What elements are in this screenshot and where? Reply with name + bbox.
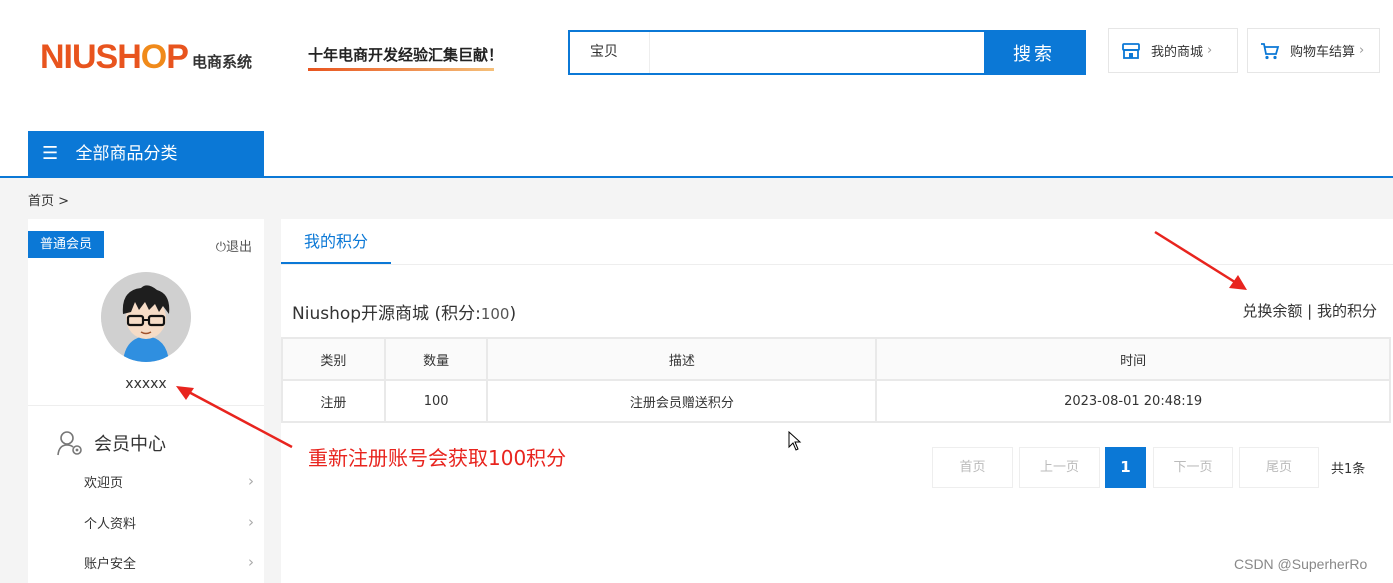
sidebar-item-label: 账户安全 bbox=[84, 557, 137, 572]
chevron-right-icon: › bbox=[248, 553, 254, 571]
member-center-label: 会员中心 bbox=[94, 434, 166, 455]
store-points-title: Niushop开源商城 (积分:100) bbox=[292, 299, 516, 324]
chevron-right-icon: › bbox=[248, 513, 254, 531]
tab-my-points[interactable]: 我的积分 bbox=[281, 231, 391, 264]
member-sidebar: 普通会员 ⏻退出 xxxxx 会员中心 欢迎页 › 个人资料 › 账户安全 › bbox=[28, 219, 264, 583]
column-header: 类别 bbox=[281, 337, 386, 381]
logout-button[interactable]: ⏻退出 bbox=[216, 236, 252, 255]
my-store-button[interactable]: 我的商城 › bbox=[1108, 28, 1238, 73]
site-logo[interactable]: NIUSHOP 电商系统 bbox=[40, 40, 252, 74]
sidebar-item-profile[interactable]: 个人资料 › bbox=[84, 513, 254, 532]
tab-divider bbox=[281, 264, 1393, 265]
avatar-illustration bbox=[101, 272, 191, 362]
divider bbox=[28, 405, 264, 406]
search-input[interactable] bbox=[650, 32, 984, 73]
search-bar: 宝贝 搜索 bbox=[568, 30, 1086, 75]
prev-page-button[interactable]: 上一页 bbox=[1019, 447, 1100, 488]
menu-icon: ☰ bbox=[42, 143, 59, 164]
column-header: 描述 bbox=[486, 337, 878, 381]
search-type-select[interactable]: 宝贝 bbox=[570, 32, 650, 73]
sidebar-item-welcome[interactable]: 欢迎页 › bbox=[84, 472, 254, 491]
column-header: 数量 bbox=[383, 337, 489, 381]
column-header: 时间 bbox=[875, 337, 1391, 381]
chevron-right-icon: › bbox=[1207, 43, 1213, 58]
breadcrumb[interactable]: 首页 > bbox=[28, 190, 69, 209]
all-categories-label: 全部商品分类 bbox=[75, 144, 178, 164]
cart-icon bbox=[1261, 42, 1280, 59]
table-cell: 注册会员赠送积分 bbox=[486, 379, 878, 423]
user-settings-icon bbox=[57, 431, 82, 456]
slogan: 十年电商开发经验汇集巨献！ bbox=[308, 46, 504, 64]
username: xxxxx bbox=[125, 376, 167, 392]
store-name: Niushop开源商城 (积分: bbox=[292, 304, 481, 324]
watermark: CSDN @SuperherRo bbox=[1234, 556, 1368, 572]
next-page-button[interactable]: 下一页 bbox=[1153, 447, 1233, 488]
table-cell: 2023-08-01 20:48:19 bbox=[875, 379, 1391, 423]
member-level-badge: 普通会员 bbox=[28, 231, 104, 258]
table-row: 注册 100 注册会员赠送积分 2023-08-01 20:48:19 bbox=[281, 379, 1391, 423]
sidebar-item-label: 个人资料 bbox=[84, 517, 137, 532]
chevron-right-icon: › bbox=[1359, 43, 1365, 58]
table-cell: 100 bbox=[383, 379, 489, 423]
slogan-underline bbox=[308, 68, 494, 71]
table-cell: 注册 bbox=[281, 379, 386, 423]
points-links[interactable]: 兑换余额 | 我的积分 bbox=[1242, 300, 1377, 321]
cart-button[interactable]: 购物车结算 › bbox=[1247, 28, 1380, 73]
search-button[interactable]: 搜索 bbox=[984, 32, 1084, 73]
member-center-title: 会员中心 bbox=[56, 429, 166, 457]
store-suffix: ) bbox=[509, 304, 517, 324]
mouse-cursor-icon bbox=[788, 431, 802, 451]
avatar[interactable] bbox=[101, 272, 191, 362]
annotation-text: 重新注册账号会获取100积分 bbox=[308, 446, 567, 470]
table-header-row: 类别 数量 描述 时间 bbox=[281, 337, 1391, 381]
points-value: 100 bbox=[480, 305, 510, 323]
sidebar-item-security[interactable]: 账户安全 › bbox=[84, 553, 254, 572]
all-categories-menu[interactable]: ☰ 全部商品分类 bbox=[28, 131, 264, 177]
cart-label: 购物车结算 bbox=[1290, 45, 1356, 60]
chevron-right-icon: › bbox=[248, 472, 254, 490]
sidebar-item-label: 欢迎页 bbox=[84, 476, 124, 491]
current-page-button[interactable]: 1 bbox=[1105, 447, 1146, 488]
site-header: NIUSHOP 电商系统 十年电商开发经验汇集巨献！ 宝贝 搜索 我的商城 › … bbox=[0, 0, 1393, 178]
first-page-button[interactable]: 首页 bbox=[932, 447, 1013, 488]
logo-subtitle: 电商系统 bbox=[191, 53, 252, 71]
last-page-button[interactable]: 尾页 bbox=[1239, 447, 1319, 488]
total-count: 共1条 bbox=[1331, 462, 1366, 477]
logo-wordmark: NIUSHOP bbox=[40, 38, 189, 76]
points-table: 类别 数量 描述 时间 注册 100 注册会员赠送积分 2023-08-01 2… bbox=[281, 337, 1391, 423]
my-store-label: 我的商城 bbox=[1151, 45, 1204, 60]
store-icon bbox=[1122, 42, 1140, 59]
points-panel: 我的积分 Niushop开源商城 (积分:100) 兑换余额 | 我的积分 类别… bbox=[281, 219, 1393, 583]
